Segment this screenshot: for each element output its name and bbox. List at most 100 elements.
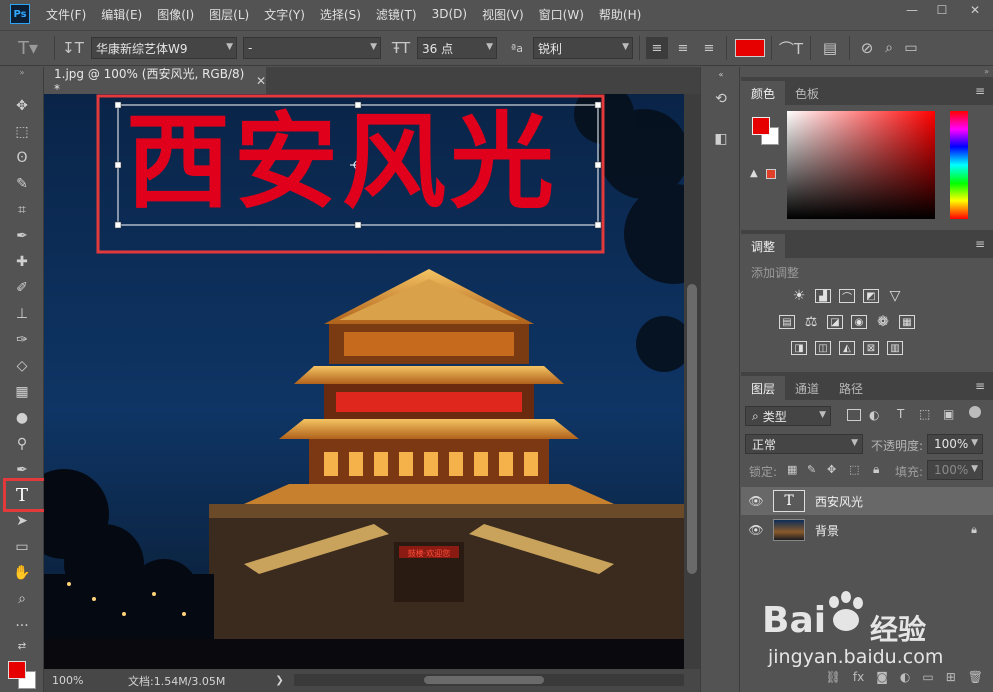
lock-position-icon[interactable]: ✥ (827, 463, 836, 476)
menu-window[interactable]: 窗口(W) (539, 6, 584, 23)
minimize-button[interactable]: — (897, 0, 927, 20)
color-field[interactable] (787, 111, 935, 219)
hue-saturation-icon[interactable]: ▤ (779, 315, 795, 329)
black-white-icon[interactable]: ◪ (827, 315, 843, 329)
font-family-select[interactable]: 华康新综艺体W9 ▼ (91, 37, 237, 59)
history-panel-icon[interactable]: ⟲ (711, 89, 731, 109)
layer-row[interactable]: 👁︎ T 西安风光 (741, 487, 993, 515)
new-layer-icon[interactable]: ⊞ (946, 670, 956, 684)
font-style-select[interactable]: - ▼ (243, 37, 381, 59)
text-color-swatch[interactable] (735, 39, 765, 57)
gradient-map-icon[interactable]: ▥ (887, 341, 903, 355)
marquee-tool-icon[interactable]: ⬚ (10, 121, 34, 143)
menu-layer[interactable]: 图层(L) (209, 6, 249, 23)
horizontal-scrollbar[interactable] (294, 674, 684, 686)
foreground-color-swatch[interactable] (752, 117, 770, 135)
maximize-button[interactable]: ☐ (927, 0, 957, 20)
tab-swatches[interactable]: 色板 (785, 81, 829, 105)
align-center-icon[interactable]: ≡ (672, 41, 694, 56)
antialias-select[interactable]: 锐利 ▼ (533, 37, 633, 59)
lock-all-icon[interactable]: 🔒︎ (873, 462, 879, 477)
vibrance-icon[interactable]: ▽ (887, 288, 903, 304)
blur-tool-icon[interactable]: ● (10, 407, 34, 429)
color-lookup-icon[interactable]: ▦ (899, 315, 915, 329)
horizontal-scrollbar-thumb[interactable] (424, 676, 544, 684)
zoom-level[interactable]: 100% (44, 674, 96, 687)
menu-image[interactable]: 图像(I) (157, 6, 194, 23)
warp-text-icon[interactable]: ⌒T (778, 38, 804, 59)
channel-mixer-icon[interactable]: ❁ (875, 314, 891, 330)
rectangle-tool-icon[interactable]: ▭ (10, 536, 34, 558)
tab-layers[interactable]: 图层 (741, 376, 786, 400)
tab-color[interactable]: 颜色 (741, 81, 786, 105)
lock-transparent-icon[interactable]: ▦ (787, 463, 797, 476)
exposure-icon[interactable]: ◩ (863, 289, 879, 303)
clone-stamp-tool-icon[interactable]: ⊥ (10, 303, 34, 325)
menu-type[interactable]: 文字(Y) (264, 6, 305, 23)
document-tab[interactable]: 1.jpg @ 100% (西安风光, RGB/8) * ✕ (44, 67, 266, 96)
brush-tool-icon[interactable]: ✐ (10, 277, 34, 299)
gradient-tool-icon[interactable]: ▦ (10, 381, 34, 403)
panel-menu-icon[interactable]: ≡ (975, 84, 985, 98)
menu-view[interactable]: 视图(V) (482, 6, 524, 23)
layer-name[interactable]: 背景 (815, 522, 839, 539)
layer-name[interactable]: 西安风光 (815, 493, 863, 510)
collapse-panels-icon[interactable]: « (711, 69, 731, 79)
threshold-icon[interactable]: ◭ (839, 341, 855, 355)
type-tool-preset-icon[interactable]: T▾ (8, 38, 48, 59)
posterize-icon[interactable]: ◫ (815, 341, 831, 355)
layer-effects-icon[interactable]: fx (853, 670, 864, 684)
toggle-text-orientation-icon[interactable]: ↧T (61, 39, 85, 57)
filter-toggle-icon[interactable] (969, 406, 981, 418)
search-icon[interactable]: ⌕ (878, 40, 900, 56)
workspace-icon[interactable]: ▭ (900, 40, 922, 56)
vertical-scrollbar[interactable] (684, 94, 700, 669)
zoom-tool-icon[interactable]: ⌕ (10, 588, 34, 610)
adjustment-layer-icon[interactable]: ◐ (900, 670, 910, 684)
menu-select[interactable]: 选择(S) (320, 6, 361, 23)
menu-file[interactable]: 文件(F) (46, 6, 86, 23)
swap-colors-icon[interactable]: ⇄ (10, 639, 34, 653)
status-menu-arrow-icon[interactable]: ❯ (275, 675, 283, 686)
filter-pixel-icon[interactable] (847, 409, 861, 421)
character-panel-icon[interactable]: ▤ (817, 39, 843, 57)
lock-image-icon[interactable]: ✎ (807, 463, 816, 476)
crop-tool-icon[interactable]: ⌗ (10, 199, 34, 221)
eraser-tool-icon[interactable]: ◇ (10, 355, 34, 377)
link-layers-icon[interactable]: ⛓ (826, 670, 841, 684)
history-brush-tool-icon[interactable]: ✑ (10, 329, 34, 351)
invert-icon[interactable]: ◨ (791, 341, 807, 355)
tab-channels[interactable]: 通道 (785, 376, 829, 400)
expand-panels-icon[interactable]: » (984, 67, 989, 76)
hand-tool-icon[interactable]: ✋ (10, 562, 34, 584)
visibility-eye-icon[interactable]: 👁︎ (741, 523, 771, 537)
align-right-icon[interactable]: ≡ (698, 41, 720, 56)
healing-brush-tool-icon[interactable]: ✚ (10, 251, 34, 273)
new-group-icon[interactable]: ▭ (922, 670, 933, 684)
document-canvas[interactable]: 鼓楼·欢迎您 西安风光 (44, 94, 684, 669)
tab-adjustments[interactable]: 调整 (741, 234, 786, 258)
panel-menu-icon[interactable]: ≡ (975, 379, 985, 393)
photo-filter-icon[interactable]: ◉ (851, 315, 867, 329)
selective-color-icon[interactable]: ⊠ (863, 341, 879, 355)
filter-smart-object-icon[interactable]: ▣ (943, 407, 954, 421)
brightness-contrast-icon[interactable]: ☀ (791, 288, 807, 304)
delete-layer-icon[interactable]: 🗑︎ (968, 670, 983, 684)
headline-text-layer[interactable]: 西安风光 (126, 100, 596, 224)
dodge-tool-icon[interactable]: ⚲ (10, 433, 34, 455)
gamut-color-swatch[interactable] (766, 169, 776, 179)
close-button[interactable]: ✕ (957, 0, 993, 20)
quick-select-tool-icon[interactable]: ✎ (10, 173, 34, 195)
filter-type-icon[interactable]: T (897, 407, 904, 421)
tab-paths[interactable]: 路径 (829, 376, 873, 400)
curves-icon[interactable]: ⌒ (839, 289, 855, 304)
levels-icon[interactable]: ▟ (815, 289, 831, 303)
path-selection-tool-icon[interactable]: ➤ (10, 510, 34, 532)
close-tab-icon[interactable]: ✕ (256, 74, 266, 88)
layer-filter-select[interactable]: ⌕ 类型 ▼ (745, 406, 831, 426)
cancel-edit-icon[interactable]: ⊘ (856, 39, 878, 57)
panel-menu-icon[interactable]: ≡ (975, 237, 985, 251)
lasso-tool-icon[interactable]: ʘ (10, 147, 34, 169)
fill-field[interactable]: 100% ▼ (927, 460, 983, 480)
eyedropper-tool-icon[interactable]: ✒ (10, 225, 34, 247)
